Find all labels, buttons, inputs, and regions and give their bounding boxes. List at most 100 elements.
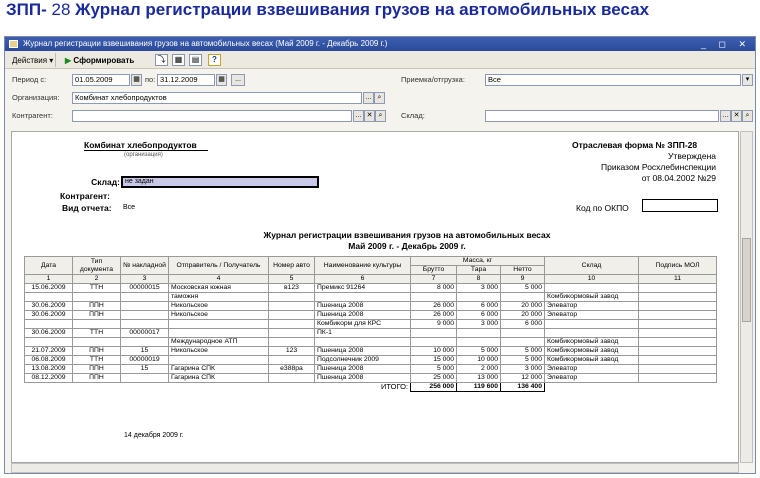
table-row: 30.06.2009 ППН Никольское Пшеница 2008 26 00… xyxy=(24,301,717,311)
window-controls[interactable]: _ ◻ ✕ xyxy=(701,37,751,51)
calendar-icon[interactable]: ▦ xyxy=(131,74,142,86)
table-cell-net: 12 000 xyxy=(500,373,545,383)
col-number: 2 xyxy=(72,274,121,284)
total-net: 136 400 xyxy=(500,382,545,392)
table-cell-gross: 10 000 xyxy=(410,346,457,356)
table-cell-tare: 6 000 xyxy=(456,301,501,311)
header-signature: Подпись МОЛ xyxy=(638,256,717,275)
table-cell-wh: Комбикормовый завод xyxy=(544,346,639,356)
table-cell-wh: Элеватор xyxy=(544,373,639,383)
period-to-input[interactable]: 31.12.2009 xyxy=(157,74,215,86)
table-cell-signature xyxy=(638,292,717,302)
calendar-icon[interactable]: ▦ xyxy=(216,74,227,86)
table-cell-car xyxy=(268,319,315,329)
window-titlebar[interactable]: Журнал регистрации взвешивания грузов на… xyxy=(5,37,755,51)
period-select-button[interactable]: ... xyxy=(231,74,245,86)
search-icon[interactable]: ⌕ xyxy=(374,92,385,104)
warehouse-input[interactable] xyxy=(485,110,719,122)
table-cell-date: 13.08.2009 xyxy=(24,364,73,374)
slide-title: ЗПП- 28 Журнал регистрации взвешивания г… xyxy=(6,2,706,32)
col-number: 9 xyxy=(500,274,545,284)
contractor-input[interactable] xyxy=(72,110,352,122)
table-cell-type: ППН xyxy=(72,346,121,356)
chevron-down-icon: ▾ xyxy=(49,56,54,65)
clear-icon[interactable]: ✕ xyxy=(731,110,742,122)
select-icon[interactable]: … xyxy=(720,110,731,122)
header-gross: Брутто xyxy=(410,265,457,275)
receipt-select[interactable]: Все xyxy=(485,74,741,86)
period-from-input[interactable]: 01.05.2009 xyxy=(72,74,130,86)
slide-title-prefix: ЗПП- xyxy=(6,2,47,19)
toolbar: Действия ▾ ▶ Сформировать ⤵ ▦ ▤ ? xyxy=(5,51,755,69)
list-icon[interactable]: ▤ xyxy=(189,54,202,66)
tree-icon[interactable]: ⤵ xyxy=(155,54,168,66)
table-cell-sender: Никольское xyxy=(168,346,269,356)
scrollbar-thumb[interactable] xyxy=(742,238,751,322)
report-order: Приказом Росхлебинспекции xyxy=(601,162,716,172)
table-cell-gross xyxy=(410,337,457,347)
table-cell-date: 08.12.2009 xyxy=(24,373,73,383)
clear-icon[interactable]: ✕ xyxy=(364,110,375,122)
period-to-label: по: xyxy=(145,75,156,84)
col-number: 3 xyxy=(120,274,169,284)
table-cell-type xyxy=(72,319,121,329)
table-cell-tare: 13 000 xyxy=(456,373,501,383)
report-okpo-label: Код по ОКПО xyxy=(576,203,629,213)
table-row: Комбикорм для КРС 9 000 3 000 6 000 xyxy=(24,319,717,329)
table-cell-wh xyxy=(544,319,639,329)
table-cell-tare: 2 000 xyxy=(456,364,501,374)
table-icon[interactable]: ▦ xyxy=(172,54,185,66)
table-cell-gross xyxy=(410,292,457,302)
table-cell-car xyxy=(268,301,315,311)
table-row: 13.08.2009 ППН 15 Гагарина СПК е388ра Пшеница… xyxy=(24,364,717,374)
select-icon[interactable]: … xyxy=(363,92,374,104)
vertical-scrollbar[interactable] xyxy=(740,131,753,463)
table-cell-date: 30.06.2009 xyxy=(24,328,73,338)
table-cell-wh xyxy=(544,283,639,293)
report-form-name: Отраслевая форма № ЗПП-28 xyxy=(572,140,698,150)
table-cell-signature xyxy=(638,355,717,365)
table-cell-wh: Комбикормовый завод xyxy=(544,292,639,302)
table-cell-inv: 15 xyxy=(120,346,169,356)
generate-button[interactable]: ▶ Сформировать xyxy=(61,53,138,67)
generate-label: Сформировать xyxy=(73,56,135,65)
table-cell-type: ППН xyxy=(72,364,121,374)
table-row: 30.06.2009 ППН Никольское Пшеница 2008 26 00… xyxy=(24,310,717,320)
table-cell-gross: 8 000 xyxy=(410,283,457,293)
table-cell-net: 5 000 xyxy=(500,355,545,365)
table-cell-date: 15.06.2009 xyxy=(24,283,73,293)
report-warehouse-value[interactable]: не задан xyxy=(121,176,319,188)
table-cell-type: ТТН xyxy=(72,283,121,293)
total-gross: 256 000 xyxy=(410,382,457,392)
header-tare: Тара xyxy=(456,265,501,275)
select-icon[interactable]: … xyxy=(353,110,364,122)
table-cell-sender: Международное АТП xyxy=(168,337,269,347)
table-cell-sender: Никольское xyxy=(168,301,269,311)
actions-menu-button[interactable]: Действия ▾ xyxy=(8,53,57,67)
filters-panel: Период с: 01.05.2009 ▦ по: 31.12.2009 ▦ … xyxy=(5,70,755,126)
header-doc-type: Тип документа xyxy=(72,256,121,275)
search-icon[interactable]: ⌕ xyxy=(742,110,753,122)
table-cell-gross: 15 000 xyxy=(410,355,457,365)
table-cell-signature xyxy=(638,364,717,374)
table-cell-wh: Элеватор xyxy=(544,301,639,311)
header-crop: Наименование культуры xyxy=(314,256,411,275)
search-icon[interactable]: ⌕ xyxy=(375,110,386,122)
report-view-label: Вид отчета: xyxy=(62,203,112,213)
table-row: 30.06.2009 ТТН 00000017 ПК-1 xyxy=(24,328,717,338)
table-cell-type: ТТН xyxy=(72,355,121,365)
chevron-down-icon[interactable]: ▾ xyxy=(742,74,753,86)
actions-label: Действия xyxy=(12,56,48,65)
report-sheet[interactable]: Комбинат хлебопродуктов (организация) От… xyxy=(11,131,739,463)
period-from-label: Период с: xyxy=(12,75,47,84)
table-cell-car xyxy=(268,292,315,302)
table-cell-signature xyxy=(638,319,717,329)
report-okpo-value[interactable] xyxy=(642,199,718,212)
table-cell-crop: Пшеница 2008 xyxy=(314,373,411,383)
table-cell-car xyxy=(268,337,315,347)
horizontal-scrollbar[interactable] xyxy=(11,463,739,473)
org-input[interactable]: Комбинат хлебопродуктов xyxy=(72,92,362,104)
help-icon[interactable]: ? xyxy=(208,54,221,66)
table-cell-car: 123 xyxy=(268,346,315,356)
table-cell-date xyxy=(24,337,73,347)
